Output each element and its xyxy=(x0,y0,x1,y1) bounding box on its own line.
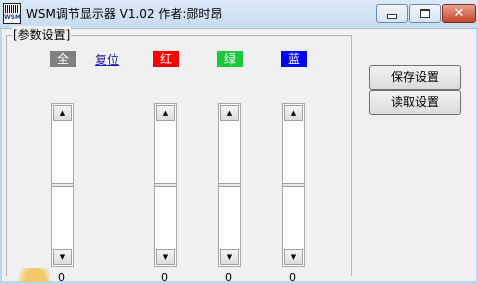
app-icon: WSM xyxy=(3,3,21,24)
scroll-up-icon[interactable]: ▲ xyxy=(53,105,72,121)
minimize-button[interactable] xyxy=(376,4,408,23)
value-red: 0 xyxy=(161,271,168,284)
scroll-down-icon[interactable]: ▼ xyxy=(156,249,175,265)
maximize-button[interactable] xyxy=(409,4,441,23)
value-green: 0 xyxy=(225,271,232,284)
title-bar: WSM WSM调节显示器 V1.02 作者:郧时昂 ✕ xyxy=(0,0,478,29)
scroll-up-icon[interactable]: ▲ xyxy=(220,105,239,121)
scrollbar-all[interactable]: ▲ ▼ xyxy=(51,103,74,267)
value-blue: 0 xyxy=(289,271,296,284)
channel-label-green: 绿 xyxy=(217,51,243,67)
scroll-thumb[interactable] xyxy=(283,183,304,187)
scroll-down-icon[interactable]: ▼ xyxy=(284,249,303,265)
maximize-icon xyxy=(420,9,430,18)
scroll-up-icon[interactable]: ▲ xyxy=(156,105,175,121)
value-all: 0 xyxy=(58,271,65,284)
group-label: [参数设置] xyxy=(12,26,72,43)
save-settings-button[interactable]: 保存设置 xyxy=(369,65,461,90)
scroll-down-icon[interactable]: ▼ xyxy=(53,249,72,265)
scrollbar-green[interactable]: ▲ ▼ xyxy=(218,103,241,267)
close-icon: ✕ xyxy=(453,6,465,21)
reset-link[interactable]: 复位 xyxy=(95,51,119,68)
channel-label-blue: 蓝 xyxy=(281,51,307,67)
scroll-thumb[interactable] xyxy=(52,183,73,187)
window-title: WSM调节显示器 V1.02 作者:郧时昂 xyxy=(26,7,223,21)
scroll-up-icon[interactable]: ▲ xyxy=(284,105,303,121)
scrollbar-red[interactable]: ▲ ▼ xyxy=(154,103,177,267)
decorative-blob xyxy=(12,268,50,282)
minimize-icon xyxy=(387,14,397,19)
channel-label-all: 全 xyxy=(50,51,76,67)
scroll-thumb[interactable] xyxy=(219,183,240,187)
scrollbar-blue[interactable]: ▲ ▼ xyxy=(282,103,305,267)
load-settings-button[interactable]: 读取设置 xyxy=(369,90,461,115)
scroll-down-icon[interactable]: ▼ xyxy=(220,249,239,265)
close-button[interactable]: ✕ xyxy=(442,4,476,23)
channel-label-red: 红 xyxy=(153,51,179,67)
scroll-thumb[interactable] xyxy=(155,183,176,187)
